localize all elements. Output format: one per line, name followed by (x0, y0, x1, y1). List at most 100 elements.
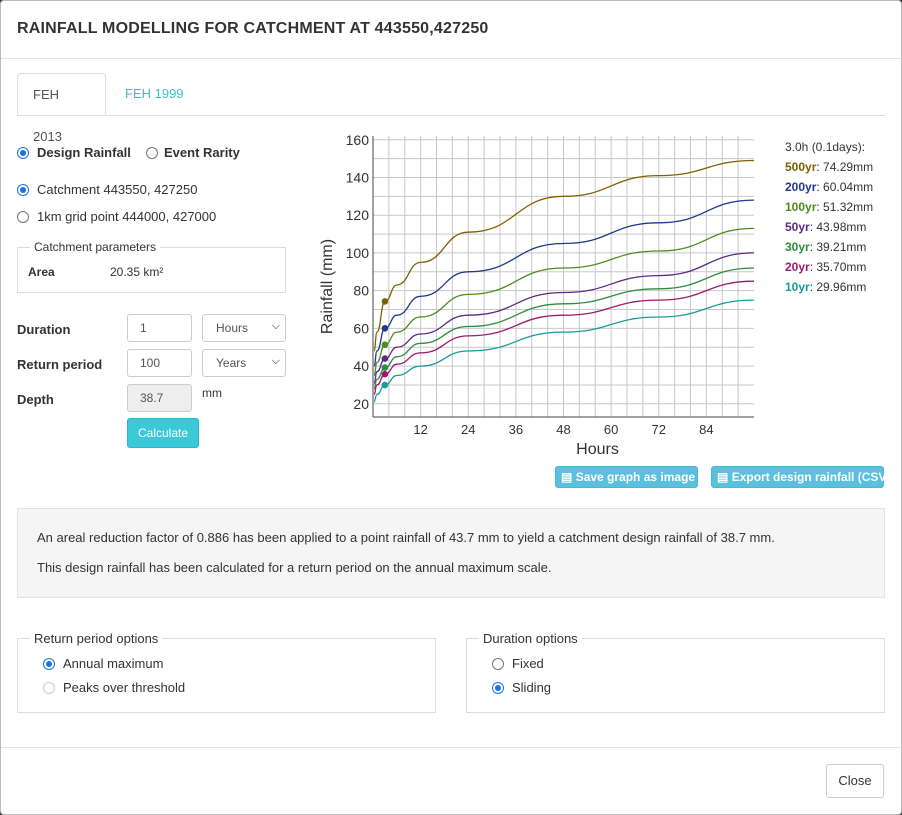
series-marker-500yr (381, 298, 389, 305)
catchment-label[interactable]: Catchment 443550, 427250 (37, 182, 197, 197)
legend-series-name: 20yr (785, 260, 810, 274)
sliding-radio[interactable] (492, 682, 504, 694)
y-tick-label: 140 (346, 169, 370, 185)
legend-entry-500yr: 500yr: 74.29mm (785, 160, 874, 174)
modal-header: RAINFALL MODELLING FOR CATCHMENT AT 4435… (1, 1, 901, 59)
return-unit-select[interactable]: Years ⌵ (202, 349, 286, 377)
x-tick-label: 84 (699, 422, 713, 437)
duration-unit-value: Hours (216, 321, 249, 335)
y-tick-label: 20 (353, 396, 369, 412)
design-rainfall-radio[interactable] (17, 147, 29, 159)
duration-unit-select[interactable]: Hours ⌵ (202, 314, 286, 342)
duration-label: Duration (17, 322, 71, 337)
duration-options-fieldset (466, 638, 885, 713)
y-tick-label: 80 (353, 283, 369, 299)
chevron-down-icon: ⌵ (271, 355, 280, 367)
depth-label: Depth (17, 392, 54, 407)
area-label: Area (28, 265, 55, 279)
export-csv-label: Export design rainfall (CSV) (731, 470, 891, 484)
depth-output: 38.7 (127, 384, 192, 412)
legend-series-name: 500yr (785, 160, 817, 174)
peaks-over-threshold-radio (43, 682, 55, 694)
duration-options-legend: Duration options (479, 631, 582, 646)
series-marker-200yr (381, 324, 389, 332)
chart-icon: ▤ (561, 470, 573, 484)
close-button[interactable]: Close (826, 764, 884, 798)
info-line-2: This design rainfall has been calculated… (37, 560, 552, 575)
legend-series-name: 50yr (785, 220, 810, 234)
legend-entry-50yr: 50yr: 43.98mm (785, 220, 867, 234)
design-rainfall-label[interactable]: Design Rainfall (37, 145, 131, 160)
rainfall-modal: RAINFALL MODELLING FOR CATCHMENT AT 4435… (0, 0, 902, 815)
x-tick-label: 12 (413, 422, 427, 437)
export-csv-button[interactable]: ▤ Export design rainfall (CSV) (711, 466, 890, 488)
area-value: 20.35 km² (110, 265, 164, 279)
legend-series-value: 29.96mm (816, 280, 867, 294)
info-panel: An areal reduction factor of 0.886 has b… (17, 508, 885, 598)
modal-footer-divider (1, 747, 901, 748)
grid-point-label[interactable]: 1km grid point 444000, 427000 (37, 209, 216, 224)
legend-series-value: 74.29mm (823, 160, 874, 174)
x-axis-title: Hours (576, 441, 619, 458)
legend-entry-20yr: 20yr: 35.70mm (785, 260, 867, 274)
file-icon: ▤ (717, 470, 729, 484)
legend-series-value: 60.04mm (823, 180, 874, 194)
series-marker-100yr (381, 341, 389, 349)
return-period-input[interactable]: 100 (127, 349, 192, 377)
return-unit-value: Years (216, 356, 247, 370)
fixed-label[interactable]: Fixed (512, 656, 544, 671)
legend-series-value: 39.21mm (816, 240, 867, 254)
legend-series-name: 100yr (785, 200, 817, 214)
legend-entry-30yr: 30yr: 39.21mm (785, 240, 867, 254)
y-tick-label: 40 (353, 358, 369, 374)
duration-input[interactable]: 1 (127, 314, 192, 342)
y-axis-title: Rainfall (mm) (319, 239, 336, 334)
x-tick-label: 36 (509, 422, 523, 437)
tab-feh-1999[interactable]: FEH 1999 (110, 73, 199, 115)
y-tick-label: 60 (353, 320, 369, 336)
legend-series-name: 10yr (785, 280, 810, 294)
legend-entry-100yr: 100yr: 51.32mm (785, 200, 874, 214)
legend-series-name: 200yr (785, 180, 817, 194)
legend-series-value: 51.32mm (823, 200, 874, 214)
catchment-radio[interactable] (17, 184, 29, 196)
chevron-down-icon: ⌵ (271, 320, 280, 332)
series-marker-10yr (381, 381, 389, 389)
legend-entry-10yr: 10yr: 29.96mm (785, 280, 867, 294)
y-tick-label: 160 (346, 132, 370, 148)
tab-feh-2013[interactable]: FEH 2013 (17, 73, 106, 144)
event-rarity-radio[interactable] (146, 147, 158, 159)
annual-maximum-radio[interactable] (43, 658, 55, 670)
catchment-parameters-legend: Catchment parameters (30, 240, 161, 254)
chart-legend: 3.0h (0.1days): 500yr: 74.29mm 200yr: 60.… (785, 137, 873, 297)
series-marker-30yr (381, 364, 389, 371)
legend-header: 3.0h (0.1days): (785, 140, 866, 154)
calculate-button[interactable]: Calculate (127, 418, 199, 448)
event-rarity-label[interactable]: Event Rarity (164, 145, 240, 160)
tab-bar: FEH 2013 FEH 1999 (17, 73, 885, 144)
grid-point-radio[interactable] (17, 211, 29, 223)
save-graph-button[interactable]: ▤ Save graph as image (555, 466, 698, 488)
x-tick-label: 60 (604, 422, 618, 437)
x-tick-label: 48 (556, 422, 570, 437)
return-period-options-fieldset (17, 638, 436, 713)
return-period-options-legend: Return period options (30, 631, 163, 646)
x-tick-label: 72 (652, 422, 666, 437)
peaks-over-threshold-label: Peaks over threshold (63, 680, 186, 695)
sliding-label[interactable]: Sliding (512, 680, 551, 695)
legend-entry-200yr: 200yr: 60.04mm (785, 180, 874, 194)
series-marker-20yr (381, 370, 389, 378)
y-tick-label: 100 (346, 245, 370, 261)
save-graph-label: Save graph as image (575, 470, 696, 484)
annual-maximum-label[interactable]: Annual maximum (63, 656, 163, 671)
fixed-radio[interactable] (492, 658, 504, 670)
depth-unit: mm (202, 386, 222, 400)
x-tick-label: 24 (461, 422, 475, 437)
legend-series-value: 35.70mm (816, 260, 867, 274)
series-marker-50yr (381, 355, 389, 362)
info-line-1: An areal reduction factor of 0.886 has b… (37, 530, 775, 545)
modal-title: RAINFALL MODELLING FOR CATCHMENT AT 4435… (17, 20, 489, 37)
y-tick-label: 120 (346, 207, 370, 223)
legend-series-name: 30yr (785, 240, 810, 254)
legend-series-value: 43.98mm (816, 220, 867, 234)
